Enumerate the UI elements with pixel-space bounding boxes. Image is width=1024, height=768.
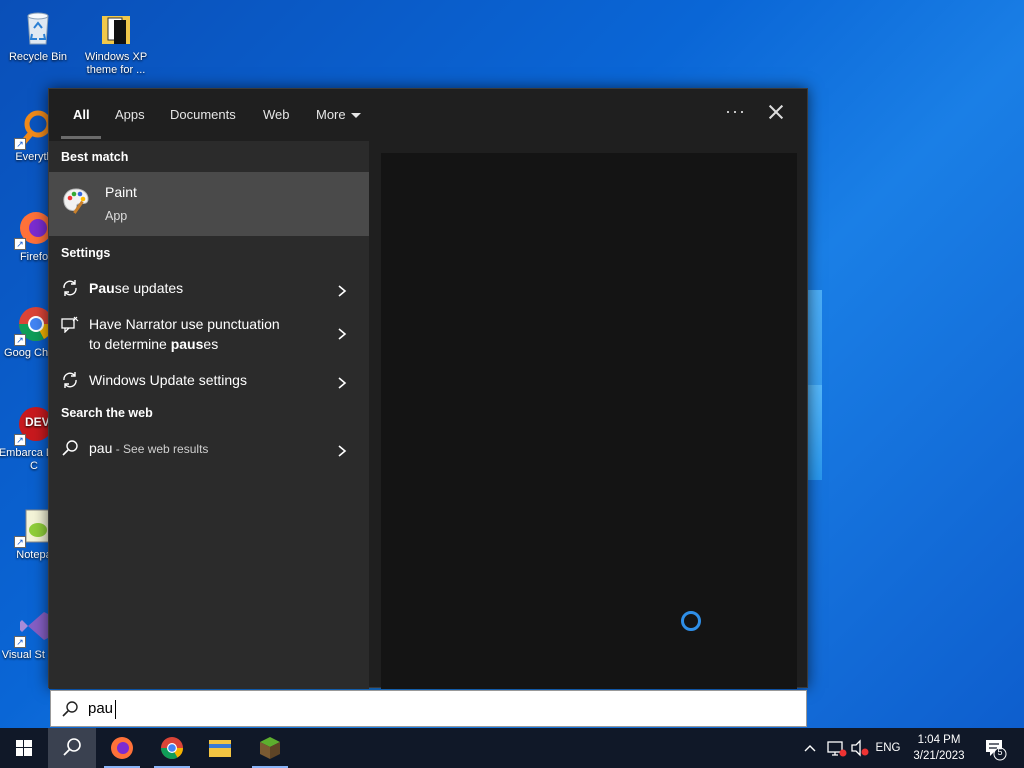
- chevron-up-icon: [804, 745, 816, 752]
- refresh-icon: [61, 371, 79, 389]
- best-match-paint[interactable]: Paint App: [49, 172, 369, 236]
- windows-logo-icon: [16, 740, 32, 756]
- web-search-result[interactable]: pau - See web results: [49, 433, 369, 465]
- shortcut-arrow-icon: ↗: [14, 138, 26, 150]
- search-results-list: Best match Paint App Settings Pause upda…: [49, 141, 369, 689]
- settings-item-label: Windows Update settings: [89, 372, 247, 388]
- text-cursor: [115, 700, 116, 719]
- taskbar: ENG 1:04 PM 3/21/2023 5: [0, 728, 1024, 768]
- best-match-heading: Best match: [61, 150, 129, 164]
- search-icon: [63, 738, 81, 756]
- notifications-icon: [986, 740, 1007, 761]
- input-language[interactable]: ENG: [874, 728, 902, 768]
- folder-icon: [96, 8, 136, 48]
- folder-icon: [209, 740, 231, 757]
- chevron-right-icon: [337, 284, 347, 297]
- taskbar-file-explorer[interactable]: [196, 728, 244, 768]
- search-icon: [61, 700, 79, 718]
- network-icon: [827, 741, 847, 757]
- paint-palette-icon: [61, 186, 91, 216]
- chevron-right-icon: [337, 327, 347, 340]
- shortcut-arrow-icon: ↗: [14, 536, 26, 548]
- best-match-subtitle: App: [105, 209, 128, 223]
- shortcut-arrow-icon: ↗: [14, 238, 26, 250]
- active-tab-indicator: [61, 136, 101, 139]
- start-search-panel: All Apps Documents Web More ··· Best mat…: [48, 88, 808, 689]
- loading-spinner-icon: [681, 611, 701, 631]
- desktop-icon-windows-xp-theme[interactable]: Windows XP theme for ...: [78, 8, 154, 77]
- tab-apps[interactable]: Apps: [115, 107, 145, 122]
- shortcut-arrow-icon: ↗: [14, 636, 26, 648]
- taskbar-clock[interactable]: 1:04 PM 3/21/2023: [900, 732, 978, 764]
- settings-heading: Settings: [61, 246, 111, 260]
- close-icon[interactable]: [765, 101, 787, 123]
- settings-item-label: Have Narrator use punctuation to determi…: [89, 316, 280, 352]
- tab-more-label: More: [316, 107, 346, 122]
- volume-muted-icon: [851, 739, 869, 757]
- taskbar-chrome[interactable]: [148, 728, 196, 768]
- tab-documents[interactable]: Documents: [170, 107, 236, 122]
- desktop-icon-label: Windows XP theme for ...: [84, 51, 148, 76]
- settings-item-windows-update[interactable]: Windows Update settings: [49, 365, 369, 397]
- notification-count-badge: 5: [997, 747, 1003, 757]
- web-result-label: pau - See web results: [89, 440, 209, 456]
- show-hidden-icons-button[interactable]: [800, 728, 820, 768]
- search-web-heading: Search the web: [61, 406, 153, 420]
- search-box[interactable]: pau: [50, 690, 807, 727]
- more-options-icon[interactable]: ···: [725, 101, 746, 122]
- search-input[interactable]: pau: [88, 700, 688, 717]
- preview-pane: [381, 153, 797, 689]
- minecraft-icon: [260, 737, 280, 759]
- tab-more[interactable]: More: [316, 107, 361, 122]
- search-tab-bar: All Apps Documents Web More ···: [49, 89, 807, 141]
- settings-item-narrator-punctuation[interactable]: Have Narrator use punctuation to determi…: [49, 309, 369, 357]
- network-tray-button[interactable]: [824, 728, 848, 768]
- clock-date: 3/21/2023: [913, 750, 965, 762]
- desktop-icon-recycle-bin[interactable]: Recycle Bin: [0, 8, 76, 64]
- chevron-right-icon: [337, 444, 347, 457]
- tab-all[interactable]: All: [73, 107, 90, 122]
- recycle-bin-icon: [18, 8, 58, 48]
- chevron-down-icon: [350, 113, 361, 119]
- svg-text:DEV: DEV: [25, 415, 50, 429]
- chevron-right-icon: [337, 376, 347, 389]
- narrator-icon: [61, 315, 79, 334]
- settings-item-pause-updates[interactable]: Pause updates: [49, 273, 369, 305]
- taskbar-firefox[interactable]: [98, 728, 146, 768]
- taskbar-minecraft[interactable]: [246, 728, 294, 768]
- volume-tray-button[interactable]: [848, 728, 872, 768]
- shortcut-arrow-icon: ↗: [14, 434, 26, 446]
- taskbar-search-button[interactable]: [48, 728, 96, 768]
- shortcut-arrow-icon: ↗: [14, 334, 26, 346]
- settings-item-label: Pause updates: [89, 280, 184, 296]
- best-match-title: Paint: [105, 184, 137, 200]
- desktop-icon-label: Recycle Bin: [8, 51, 68, 63]
- refresh-icon: [61, 279, 79, 297]
- firefox-icon: [111, 737, 133, 759]
- tab-web[interactable]: Web: [263, 107, 290, 122]
- clock-time: 1:04 PM: [917, 734, 961, 746]
- search-icon: [61, 439, 79, 457]
- chrome-icon: [161, 737, 183, 759]
- action-center-button[interactable]: 5: [980, 728, 1010, 768]
- start-button[interactable]: [0, 728, 48, 768]
